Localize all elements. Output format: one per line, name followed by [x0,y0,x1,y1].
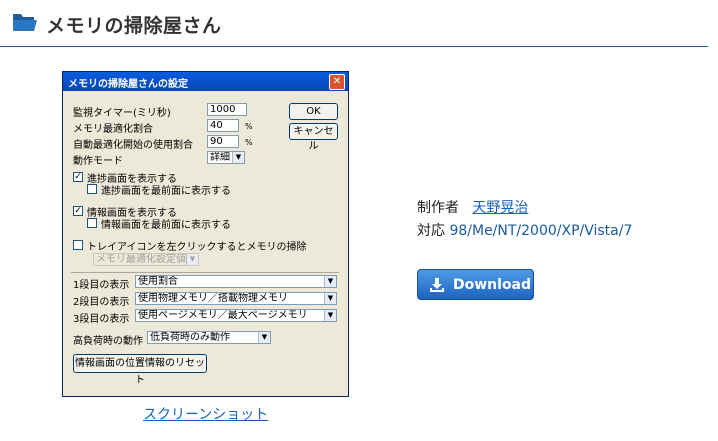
row2-label: 2段目の表示 [73,297,130,308]
mode-label: 動作モード [73,156,123,167]
optimize-label: メモリ最適化割合 [73,124,153,135]
folder-icon [13,14,37,31]
author-link[interactable]: 天野晃治 [472,200,528,216]
os-value: 98/Me/NT/2000/XP/Vista/7 [449,223,633,239]
tray-select: メモリ最適化設定値 ▼ [93,253,199,266]
settings-dialog-screenshot: メモリの掃除屋さんの設定 ✕ 監視タイマー(ミリ秒) 1000 メモリ最適化割合… [62,71,349,397]
download-label: Download [453,277,532,293]
ok-button: OK [289,103,338,120]
timer-label: 監視タイマー(ミリ秒) [73,108,171,119]
author-label: 制作者 [417,200,459,216]
chevron-down-icon: ▼ [324,310,336,321]
close-icon: ✕ [329,74,345,90]
download-button[interactable]: Download [417,269,534,300]
download-icon [430,278,444,292]
auto-field: 90 [207,135,239,148]
chevron-down-icon: ▼ [324,293,336,304]
checkbox-checked: ✓ [73,172,83,182]
author-row: 制作者 天野晃治 [417,197,528,217]
row3-label: 3段目の表示 [73,314,130,325]
row2-select: 使用物理メモリ／搭載物理メモリ ▼ [135,292,337,305]
info-front-label: 情報画面を最前面に表示する [101,220,231,231]
dialog-titlebar: メモリの掃除屋さんの設定 ✕ [63,72,348,91]
row1-label: 1段目の表示 [73,280,130,291]
auto-label: 自動最適化開始の使用割合 [73,140,193,151]
tray-check-label: トレイアイコンを左クリックするとメモリの掃除 [87,242,307,253]
reset-position-button: 情報画面の位置情報のリセット [73,354,207,386]
cancel-button: キャンセル [289,123,338,152]
load-label: 高負荷時の動作 [73,336,143,347]
page-title: メモリの掃除屋さん [46,15,222,37]
chevron-down-icon: ▼ [258,332,270,343]
progress-front-label: 進捗画面を最前面に表示する [101,186,231,197]
optimize-field: 40 [207,119,239,132]
chevron-down-icon: ▼ [324,276,336,287]
divider [71,272,339,273]
checkbox [87,184,97,194]
chevron-down-icon: ▼ [232,152,244,163]
checkbox [87,218,97,228]
timer-field: 1000 [207,103,247,116]
row3-select: 使用ページメモリ／最大ページメモリ ▼ [135,309,337,322]
os-row: 対応 98/Me/NT/2000/XP/Vista/7 [417,220,632,240]
page-header: メモリの掃除屋さん [0,0,708,47]
os-label: 対応 [417,223,445,239]
load-select: 低負荷時のみ動作 ▼ [147,331,271,344]
checkbox-checked: ✓ [73,206,83,216]
percent-label: % [245,122,253,131]
chevron-down-icon: ▼ [186,254,198,265]
dialog-title: メモリの掃除屋さんの設定 [68,79,188,90]
mode-select: 詳細 ▼ [207,151,245,164]
screenshot-link[interactable]: スクリーンショット [143,404,268,424]
checkbox [73,240,83,250]
row1-select: 使用割合 ▼ [135,275,337,288]
percent-label: % [245,138,253,147]
